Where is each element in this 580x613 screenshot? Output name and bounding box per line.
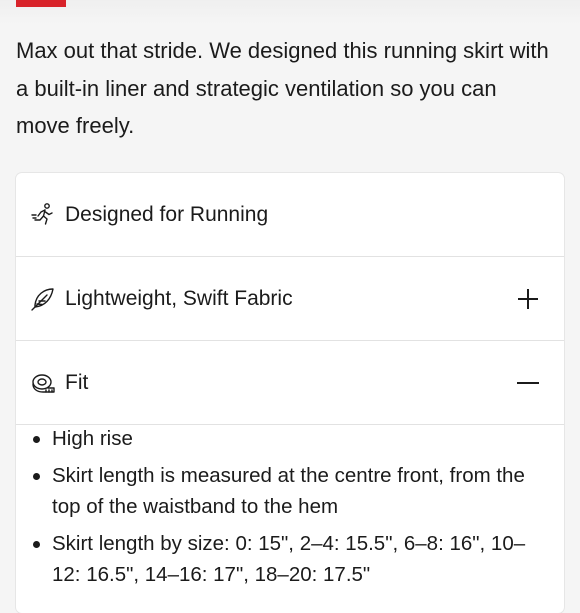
feature-label: Fit [65,370,89,394]
accent-bar [16,0,66,7]
minus-icon[interactable] [516,371,540,395]
feature-accordion: Designed for Running Lightweight, Swift … [16,173,564,613]
feature-row-running: Designed for Running [16,173,564,257]
list-item: High rise [30,423,550,454]
feather-icon [31,287,54,311]
feature-row-fit[interactable]: Fit [16,341,564,425]
feature-row-fabric[interactable]: Lightweight, Swift Fabric [16,257,564,341]
fit-details-list: High rise Skirt length is measured at th… [30,423,550,596]
product-description: Max out that stride. We designed this ru… [16,38,549,138]
list-item: Skirt length is measured at the centre f… [30,460,550,522]
feature-label: Designed for Running [65,202,269,226]
plus-icon[interactable] [516,287,540,311]
hero-image-edge [0,0,580,24]
feature-label: Lightweight, Swift Fabric [65,286,293,310]
measuring-tape-icon [32,373,55,393]
runner-icon [31,202,53,225]
list-item: Skirt length by size: 0: 15", 2–4: 15.5"… [30,528,550,590]
